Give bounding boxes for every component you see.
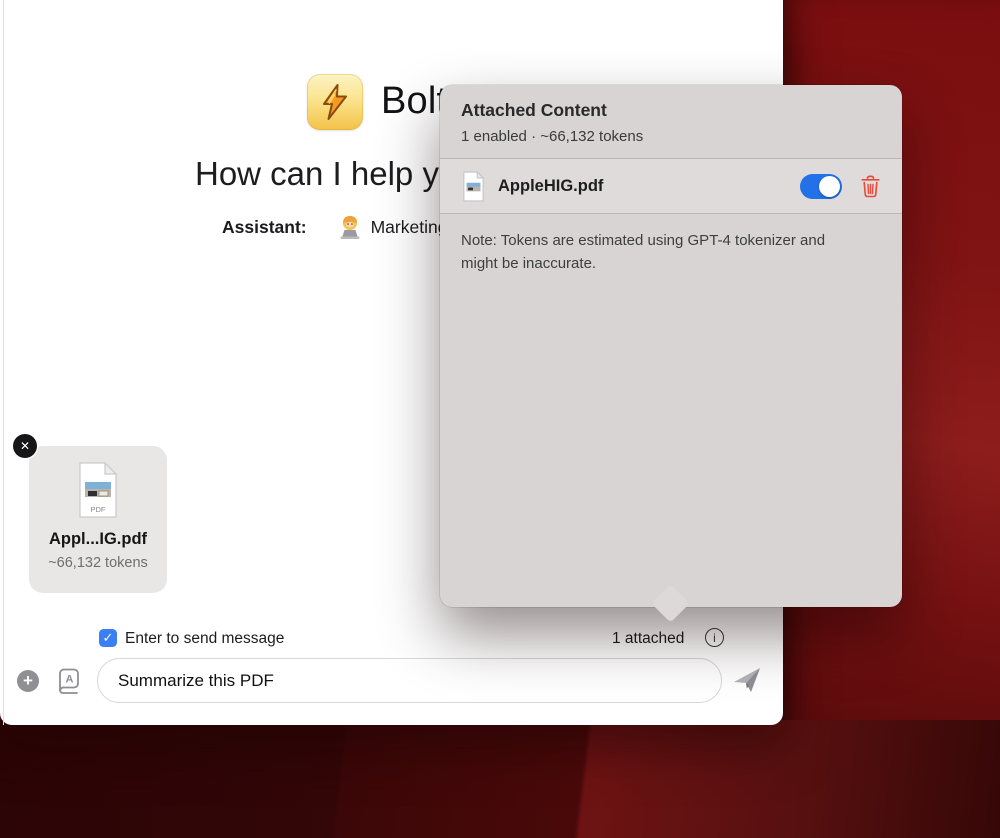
greeting-text: How can I help y xyxy=(195,155,439,192)
send-message-button[interactable] xyxy=(731,664,763,696)
assistant-name: Marketing xyxy=(370,216,448,237)
attached-content-popover: Attached Content 1 enabled · ~66,132 tok… xyxy=(440,85,902,623)
message-input[interactable] xyxy=(97,658,722,703)
checkmark-icon: ✓ xyxy=(102,630,114,645)
window-left-edge xyxy=(3,0,4,725)
enter-to-send-label[interactable]: Enter to send message xyxy=(125,630,284,648)
plus-icon: + xyxy=(23,671,33,690)
trash-icon[interactable] xyxy=(860,174,881,198)
info-icon[interactable]: i xyxy=(705,628,724,647)
wallpaper-bottom-band xyxy=(0,720,1000,838)
attached-file-name: AppleHIG.pdf xyxy=(498,176,604,195)
app-logo-bolt-icon xyxy=(307,74,363,130)
book-a-icon: A xyxy=(59,668,79,694)
popover-header: Attached Content 1 enabled · ~66,132 tok… xyxy=(440,85,902,158)
popover-summary: 1 enabled · ~66,132 tokens xyxy=(461,128,644,145)
toggle-knob xyxy=(819,175,840,197)
svg-text:PDF: PDF xyxy=(91,505,106,514)
attachment-token-count: ~66,132 tokens xyxy=(48,555,148,571)
attached-file-row[interactable]: AppleHIG.pdf xyxy=(440,159,902,213)
lightning-bolt-icon xyxy=(323,84,347,120)
pdf-file-icon: PDF xyxy=(79,461,118,518)
prompt-library-button[interactable]: A xyxy=(54,666,82,694)
popover-title: Attached Content xyxy=(461,100,607,120)
remove-attachment-button[interactable]: ✕ xyxy=(13,434,37,458)
app-title: Bolt xyxy=(381,80,448,122)
attached-count-label[interactable]: 1 attached xyxy=(612,630,684,648)
file-enabled-toggle[interactable] xyxy=(800,173,842,199)
add-attachment-button[interactable]: + xyxy=(17,670,39,692)
enter-to-send-checkbox[interactable]: ✓ xyxy=(99,629,117,647)
pdf-file-icon-small xyxy=(463,170,485,201)
close-icon: ✕ xyxy=(19,439,31,453)
svg-text:A: A xyxy=(66,674,74,686)
paper-plane-icon xyxy=(734,668,760,692)
token-estimate-note: Note: Tokens are estimated using GPT-4 t… xyxy=(461,232,826,273)
assistant-label: Assistant: xyxy=(222,216,307,237)
attachment-filename: Appl...IG.pdf xyxy=(48,530,148,548)
assistant-row[interactable]: Assistant: Marketing xyxy=(222,214,447,240)
attachment-card[interactable]: PDF Appl...IG.pdf ~66,132 tokens xyxy=(29,446,167,593)
technologist-emoji-icon xyxy=(337,214,363,240)
